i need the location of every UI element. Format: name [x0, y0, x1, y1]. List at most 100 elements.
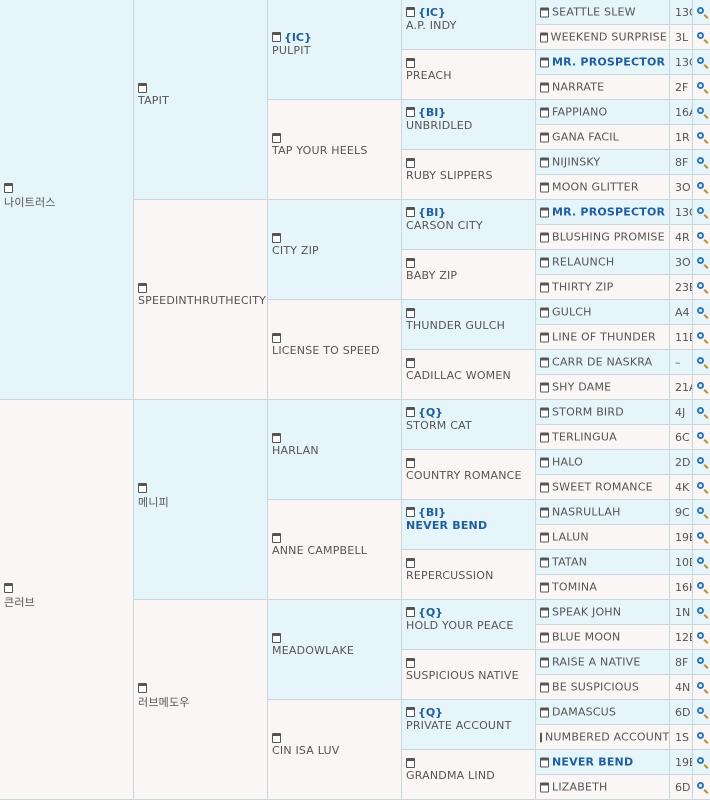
clipboard-icon[interactable]: [406, 7, 415, 17]
horse-name[interactable]: MOON GLITTER: [552, 181, 639, 194]
horse-name[interactable]: A.P. INDY: [406, 19, 533, 32]
horse-name[interactable]: HOLD YOUR PEACE: [406, 619, 533, 632]
horse-name[interactable]: DAMASCUS: [552, 706, 616, 719]
horse-name[interactable]: CADILLAC WOMEN: [406, 369, 533, 382]
search-button[interactable]: [693, 100, 710, 125]
horse-name[interactable]: SUSPICIOUS NATIVE: [406, 669, 533, 682]
search-button[interactable]: [693, 625, 710, 650]
clipboard-icon[interactable]: [540, 507, 549, 517]
clipboard-icon[interactable]: [540, 207, 549, 217]
clipboard-icon[interactable]: [540, 407, 549, 417]
clipboard-icon[interactable]: [272, 32, 281, 42]
clipboard-icon[interactable]: [272, 533, 281, 543]
clipboard-icon[interactable]: [406, 558, 415, 568]
horse-name[interactable]: 큰러브: [4, 594, 131, 610]
horse-name[interactable]: BE SUSPICIOUS: [552, 681, 639, 694]
horse-name[interactable]: TERLINGUA: [552, 431, 617, 444]
horse-name[interactable]: CARR DE NASKRA: [552, 356, 652, 369]
search-button[interactable]: [693, 550, 710, 575]
clipboard-icon[interactable]: [540, 157, 549, 167]
horse-name[interactable]: SWEET ROMANCE: [552, 481, 653, 494]
horse-name[interactable]: THIRTY ZIP: [552, 281, 613, 294]
search-button[interactable]: [693, 75, 710, 100]
search-button[interactable]: [693, 675, 710, 700]
clipboard-icon[interactable]: [138, 483, 147, 493]
search-button[interactable]: [693, 650, 710, 675]
clipboard-icon[interactable]: [540, 707, 549, 717]
horse-name[interactable]: GULCH: [552, 306, 592, 319]
clipboard-icon[interactable]: [540, 382, 549, 392]
search-button[interactable]: [693, 475, 710, 500]
clipboard-icon[interactable]: [540, 682, 549, 692]
horse-name[interactable]: TAPIT: [138, 94, 265, 107]
horse-name[interactable]: CIN ISA LUV: [272, 744, 399, 757]
horse-name[interactable]: BLUE MOON: [552, 631, 620, 644]
search-button[interactable]: [693, 25, 710, 50]
clipboard-icon[interactable]: [540, 657, 549, 667]
clipboard-icon[interactable]: [406, 458, 415, 468]
clipboard-icon[interactable]: [272, 333, 281, 343]
horse-name[interactable]: SHY DAME: [552, 381, 611, 394]
horse-name[interactable]: BLUSHING PROMISE: [552, 231, 665, 244]
horse-name[interactable]: SPEAK JOHN: [552, 606, 621, 619]
clipboard-icon[interactable]: [138, 283, 147, 293]
search-button[interactable]: [693, 125, 710, 150]
clipboard-icon[interactable]: [540, 57, 549, 67]
horse-name[interactable]: NIJINSKY: [552, 156, 600, 169]
clipboard-icon[interactable]: [540, 782, 549, 792]
clipboard-icon[interactable]: [406, 407, 415, 417]
horse-name[interactable]: NEVER BEND: [406, 519, 533, 532]
horse-name[interactable]: COUNTRY ROMANCE: [406, 469, 533, 482]
clipboard-icon[interactable]: [272, 633, 281, 643]
horse-name[interactable]: 나이트러스: [4, 194, 131, 210]
search-button[interactable]: [693, 250, 710, 275]
clipboard-icon[interactable]: [406, 358, 415, 368]
horse-name[interactable]: TAP YOUR HEELS: [272, 144, 399, 157]
search-button[interactable]: [693, 600, 710, 625]
clipboard-icon[interactable]: [406, 107, 415, 117]
horse-name[interactable]: PULPIT: [272, 44, 399, 57]
clipboard-icon[interactable]: [406, 707, 415, 717]
clipboard-icon[interactable]: [4, 183, 13, 193]
horse-name[interactable]: BABY ZIP: [406, 269, 533, 282]
search-button[interactable]: [693, 750, 710, 775]
search-button[interactable]: [693, 400, 710, 425]
clipboard-icon[interactable]: [540, 7, 549, 17]
horse-name[interactable]: LIZABETH: [552, 781, 608, 794]
clipboard-icon[interactable]: [540, 232, 549, 242]
horse-name[interactable]: UNBRIDLED: [406, 119, 533, 132]
horse-name[interactable]: FAPPIANO: [552, 106, 607, 119]
clipboard-icon[interactable]: [540, 432, 549, 442]
horse-name[interactable]: NUMBERED ACCOUNT: [545, 731, 669, 744]
clipboard-icon[interactable]: [540, 732, 542, 742]
search-button[interactable]: [693, 275, 710, 300]
clipboard-icon[interactable]: [272, 433, 281, 443]
search-button[interactable]: [693, 325, 710, 350]
clipboard-icon[interactable]: [272, 733, 281, 743]
search-button[interactable]: [693, 525, 710, 550]
clipboard-icon[interactable]: [540, 332, 549, 342]
clipboard-icon[interactable]: [540, 632, 549, 642]
clipboard-icon[interactable]: [406, 607, 415, 617]
search-button[interactable]: [693, 300, 710, 325]
clipboard-icon[interactable]: [406, 58, 415, 68]
clipboard-icon[interactable]: [540, 307, 549, 317]
search-button[interactable]: [693, 725, 710, 750]
clipboard-icon[interactable]: [272, 233, 281, 243]
search-button[interactable]: [693, 0, 710, 25]
horse-name[interactable]: RAISE A NATIVE: [552, 656, 641, 669]
horse-name[interactable]: LICENSE TO SPEED: [272, 344, 399, 357]
horse-name[interactable]: SPEEDINTHRUTHECITY: [138, 294, 266, 307]
clipboard-icon[interactable]: [540, 182, 549, 192]
horse-name[interactable]: WEEKEND SURPRISE: [551, 31, 667, 44]
search-button[interactable]: [693, 200, 710, 225]
clipboard-icon[interactable]: [406, 207, 415, 217]
clipboard-icon[interactable]: [540, 557, 549, 567]
clipboard-icon[interactable]: [406, 158, 415, 168]
horse-name[interactable]: TATAN: [552, 556, 587, 569]
horse-name[interactable]: GANA FACIL: [552, 131, 619, 144]
clipboard-icon[interactable]: [138, 683, 147, 693]
horse-name[interactable]: HARLAN: [272, 444, 399, 457]
horse-name[interactable]: THUNDER GULCH: [406, 319, 533, 332]
clipboard-icon[interactable]: [406, 308, 415, 318]
